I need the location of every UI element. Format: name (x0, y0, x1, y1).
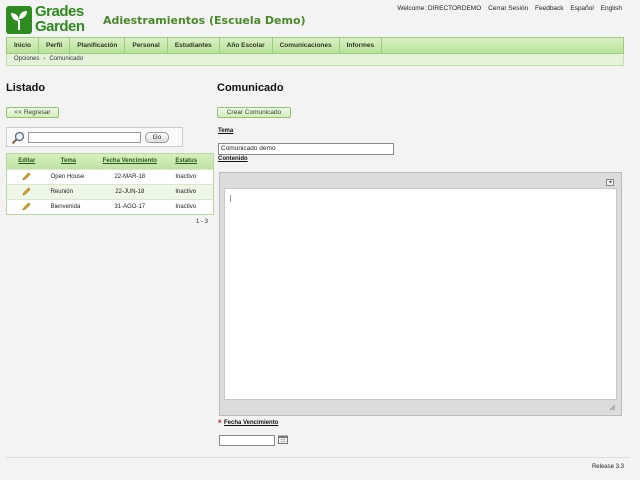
content-editor: ◂ (219, 172, 622, 416)
col-estatus[interactable]: Estatus (169, 154, 213, 169)
back-button[interactable]: << Regresar (6, 107, 59, 118)
release-version: Release 3.3 (591, 464, 624, 470)
required-asterisk: * (218, 418, 222, 428)
contenido-label: Contenido (218, 156, 248, 162)
pencil-icon[interactable] (22, 202, 31, 211)
nav-perfil[interactable]: Perfil (39, 38, 71, 53)
table-header: Editar Tema Fecha Vencimiento Estatus (7, 154, 213, 169)
listado-table: Editar Tema Fecha Vencimiento Estatus Op… (6, 153, 214, 215)
logo-line-2: Garden (35, 18, 85, 35)
english-link[interactable]: English (601, 5, 622, 12)
app-title: Adiestramientos (Escuela Demo) (103, 14, 306, 27)
top-links: Welcome: DIRECTORDEMO Cerrar Sesión Feed… (392, 5, 622, 12)
row-fecha: 22-JUN-18 (115, 189, 145, 195)
breadcrumb-separator: › (43, 56, 46, 62)
fecha-vencimiento-label: Fecha Vencimiento (224, 420, 279, 426)
search-panel: Go (6, 127, 183, 147)
table-row: Open House 22-MAR-18 Inactivo (7, 169, 213, 184)
edit-cell (7, 170, 47, 184)
search-input[interactable] (28, 132, 141, 143)
nav-comunicaciones[interactable]: Comunicaciones (273, 38, 340, 53)
feedback-link[interactable]: Feedback (535, 5, 564, 12)
nav-personal[interactable]: Personal (125, 38, 168, 53)
logo-line-1: Grades (35, 3, 84, 20)
editor-collapse-button[interactable]: ◂ (606, 179, 614, 186)
row-tema: Open House (50, 174, 85, 180)
logo-text: Grades Garden (35, 4, 85, 34)
col-tema[interactable]: Tema (47, 154, 91, 169)
col-editar[interactable]: Editar (7, 154, 47, 169)
go-button[interactable]: Go (145, 132, 169, 143)
row-tema: Reunión (50, 189, 73, 195)
nav-informes[interactable]: Informes (340, 38, 383, 53)
breadcrumb-opciones[interactable]: Opciones (14, 56, 39, 62)
row-estatus: Inactivo (175, 204, 197, 210)
logo-sprout-icon (6, 6, 32, 34)
pager-count: 1 - 3 (196, 219, 209, 225)
footer-divider (6, 457, 630, 458)
resize-grip-icon[interactable] (609, 404, 616, 411)
nav-inicio[interactable]: Inicio (7, 38, 39, 53)
spanish-link[interactable]: Español (570, 5, 594, 12)
magnifier-icon (11, 131, 25, 145)
row-fecha: 22-MAR-18 (114, 174, 146, 180)
edit-cell (7, 200, 47, 214)
pencil-icon[interactable] (22, 187, 31, 196)
table-row: Bienvenida 31-AGO-17 Inactivo (7, 199, 213, 214)
table-row: Reunión 22-JUN-18 Inactivo (7, 184, 213, 199)
nav-ano-escolar[interactable]: Año Escolar (220, 38, 273, 53)
row-tema: Bienvenida (50, 204, 81, 210)
create-comunicado-button[interactable]: Crear Comunicado (217, 107, 291, 118)
comunicado-title: Comunicado (217, 82, 284, 94)
grades-garden-logo[interactable]: Grades Garden (6, 4, 94, 36)
col-fecha-vencimiento[interactable]: Fecha Vencimiento (90, 154, 169, 169)
listado-title: Listado (6, 82, 46, 94)
editor-text-area[interactable] (224, 188, 617, 400)
welcome-text: Welcome: DIRECTORDEMO (397, 5, 482, 12)
fecha-vencimiento-input[interactable] (219, 435, 275, 446)
text-caret (230, 195, 231, 202)
breadcrumb: Opciones › Comunicado (6, 54, 624, 66)
row-estatus: Inactivo (175, 189, 197, 195)
nav-estudiantes[interactable]: Estudiantes (168, 38, 220, 53)
tema-label: Tema (218, 128, 234, 134)
calendar-icon[interactable] (278, 435, 288, 444)
tema-input[interactable]: Comunicado demo (218, 143, 394, 155)
breadcrumb-current: Comunicado (49, 56, 84, 62)
nav-planificacion[interactable]: Planificación (70, 38, 126, 53)
row-fecha: 31-AGO-17 (114, 204, 146, 210)
logout-link[interactable]: Cerrar Sesión (488, 5, 528, 12)
main-nav: Inicio Perfil Planificación Personal Est… (6, 37, 624, 54)
edit-cell (7, 185, 47, 199)
row-estatus: Inactivo (175, 174, 197, 180)
pencil-icon[interactable] (22, 172, 31, 181)
